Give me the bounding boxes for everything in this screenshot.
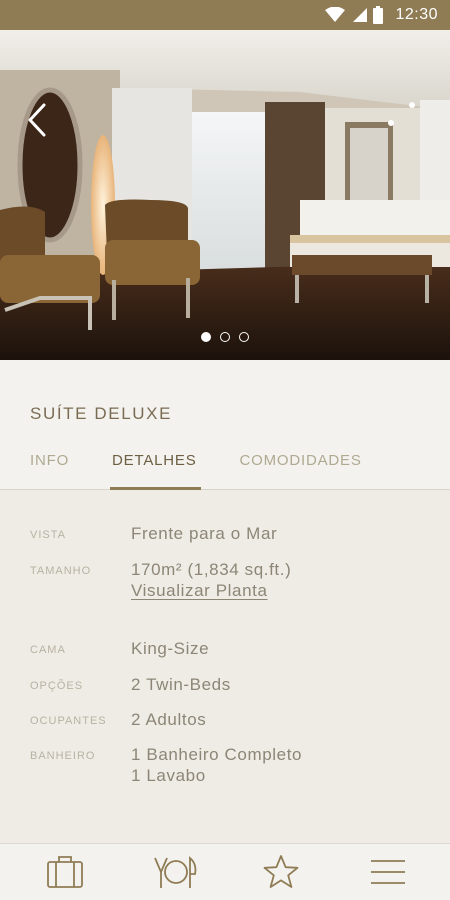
dining-icon[interactable] bbox=[153, 854, 199, 890]
details-panel: VISTA Frente para o Mar TAMANHO 170m² (1… bbox=[0, 491, 450, 843]
status-time: 12:30 bbox=[395, 6, 438, 23]
detail-label: VISTA bbox=[30, 529, 66, 541]
carousel-indicator bbox=[0, 332, 450, 342]
detail-value: 2 Adultos bbox=[131, 710, 207, 729]
detail-label: OCUPANTES bbox=[30, 715, 107, 727]
battery-icon bbox=[373, 6, 384, 24]
detail-label: TAMANHO bbox=[30, 565, 92, 577]
detail-value: 1 Banheiro Completo bbox=[131, 745, 303, 764]
signal-icon bbox=[353, 8, 368, 22]
tab-comodidades[interactable]: COMODIDADES bbox=[240, 452, 362, 490]
detail-label: BANHEIRO bbox=[30, 750, 96, 762]
room-header: SUÍTE DELUXE INFO DETALHES COMODIDADES bbox=[0, 360, 450, 490]
detail-label: OPÇÕES bbox=[30, 680, 84, 692]
detail-value: King-Size bbox=[131, 639, 210, 658]
detail-value: Frente para o Mar bbox=[131, 524, 278, 543]
tab-detalhes[interactable]: DETALHES bbox=[110, 452, 202, 490]
detail-label: CAMA bbox=[30, 644, 66, 656]
back-arrow-icon[interactable] bbox=[22, 100, 52, 140]
star-icon[interactable] bbox=[261, 854, 301, 890]
detail-value: 170m² (1,834 sq.ft.) bbox=[131, 560, 292, 579]
tab-info[interactable]: INFO bbox=[30, 452, 69, 490]
menu-icon[interactable] bbox=[368, 854, 408, 890]
detail-value: 2 Twin-Beds bbox=[131, 675, 231, 694]
wifi-icon bbox=[325, 7, 346, 22]
carousel-dot[interactable] bbox=[201, 332, 211, 342]
status-bar: 12:30 bbox=[0, 0, 450, 30]
suitcase-icon[interactable] bbox=[45, 854, 85, 890]
carousel-dot[interactable] bbox=[220, 332, 230, 342]
room-photo-carousel[interactable] bbox=[0, 30, 450, 360]
room-photo bbox=[0, 30, 450, 360]
room-title: SUÍTE DELUXE bbox=[30, 404, 173, 423]
tab-bar: INFO DETALHES COMODIDADES bbox=[30, 452, 362, 490]
bottom-nav bbox=[0, 843, 450, 900]
carousel-dot[interactable] bbox=[239, 332, 249, 342]
detail-value: 1 Lavabo bbox=[131, 766, 206, 785]
view-floor-plan-link[interactable]: Visualizar Planta bbox=[131, 580, 291, 601]
